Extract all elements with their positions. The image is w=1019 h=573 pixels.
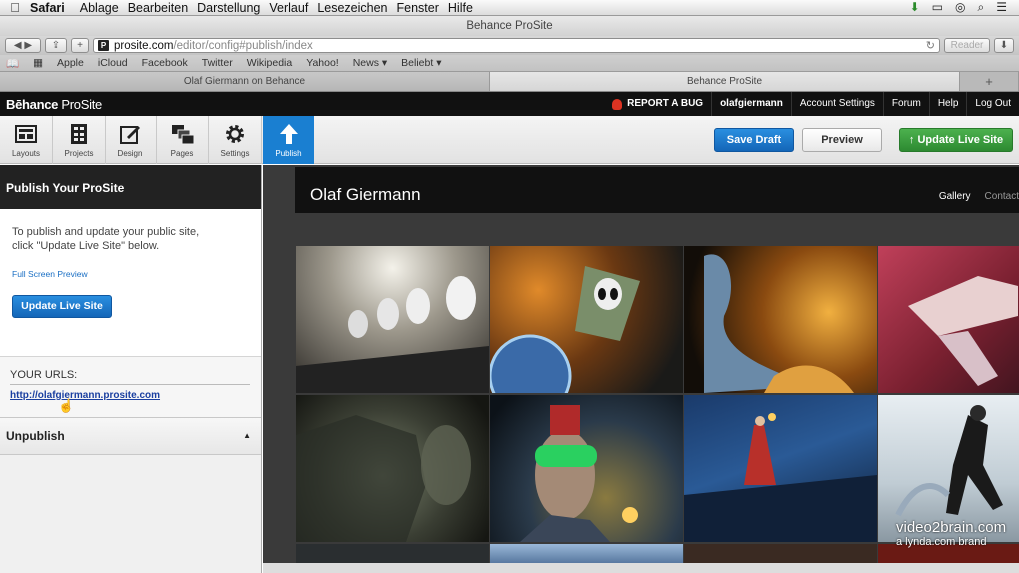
forum-link[interactable]: Forum xyxy=(882,92,929,116)
bookmark-beliebt[interactable]: Beliebt ▾ xyxy=(401,57,441,69)
share-icon[interactable]: ⇪ xyxy=(45,38,67,53)
tool-publish[interactable]: Publish xyxy=(263,116,314,164)
tab-bar: Olaf Giermann on Behance Behance ProSite… xyxy=(0,72,1019,92)
menu-fenster[interactable]: Fenster xyxy=(397,1,448,15)
nav-contact[interactable]: Contact xyxy=(985,191,1019,202)
top-sites-icon[interactable]: ▦ xyxy=(33,57,43,69)
update-live-site-button[interactable]: ↑ Update Live Site xyxy=(899,128,1013,152)
search-icon[interactable]: ⌕ xyxy=(978,0,985,15)
reload-icon[interactable]: ↻ xyxy=(926,39,935,52)
gallery-thumb[interactable] xyxy=(878,246,1019,393)
urls-label: YOUR URLS: xyxy=(10,369,250,385)
download-icon[interactable]: ⬇ xyxy=(910,0,920,15)
favicon-icon: P xyxy=(98,40,109,51)
publish-instructions: To publish and update your public site, … xyxy=(12,226,200,252)
mac-menubar:  Safari Ablage Bearbeiten Darstellung V… xyxy=(0,0,1019,16)
behance-topbar: Bēhance ProSite REPORT A BUG olafgierman… xyxy=(0,92,1019,116)
reading-list-icon[interactable]: 📖 xyxy=(6,57,19,70)
publish-sidebar: Publish Your ProSite To publish and upda… xyxy=(0,165,262,573)
list-icon[interactable]: ☰ xyxy=(996,0,1007,15)
bookmarks-bar: 📖 ▦ Apple iCloud Facebook Twitter Wikipe… xyxy=(0,55,1019,72)
site-url-link[interactable]: http://olafgiermann.prosite.com xyxy=(10,390,251,401)
new-tab-plus-icon[interactable]: + xyxy=(71,38,89,53)
site-header: Olaf Giermann Gallery Contact xyxy=(295,167,1019,213)
tool-design[interactable]: Design xyxy=(104,116,157,164)
full-screen-preview-link[interactable]: Full Screen Preview xyxy=(12,269,249,279)
bookmark-icloud[interactable]: iCloud xyxy=(98,57,128,69)
behance-logo[interactable]: Bēhance ProSite xyxy=(0,97,102,112)
tool-pages[interactable]: Pages xyxy=(156,116,209,164)
unpublish-label: Unpublish xyxy=(6,429,65,443)
urls-panel: YOUR URLS: http://olafgiermann.prosite.c… xyxy=(0,357,261,418)
gear-icon xyxy=(224,123,246,145)
menu-hilfe[interactable]: Hilfe xyxy=(448,1,482,15)
design-icon xyxy=(119,123,141,145)
tab-prosite[interactable]: Behance ProSite xyxy=(490,72,960,91)
gallery-thumb[interactable] xyxy=(490,544,683,563)
url-path: /editor/config#publish/index xyxy=(173,39,313,52)
hand-cursor-icon: ☝ xyxy=(58,398,75,413)
sidebar-title: Publish Your ProSite xyxy=(0,165,261,209)
username-link[interactable]: olafgiermann xyxy=(711,92,791,116)
site-preview: Olaf Giermann Gallery Contact xyxy=(263,165,1019,573)
tab-behance-profile[interactable]: Olaf Giermann on Behance xyxy=(0,72,490,91)
help-link[interactable]: Help xyxy=(928,92,967,116)
pages-icon xyxy=(171,123,195,145)
browser-toolbar: ◀ ▶ ⇪ + P prosite.com /editor/config#pub… xyxy=(0,36,1019,55)
menu-app-name[interactable]: Safari xyxy=(30,1,74,15)
bug-icon xyxy=(612,98,623,110)
horizontal-scrollbar[interactable] xyxy=(263,563,1019,573)
collapse-arrow-icon: ▲ xyxy=(243,431,251,440)
display-icon[interactable]: ▭ xyxy=(932,0,943,15)
menu-darstellung[interactable]: Darstellung xyxy=(197,1,269,15)
save-draft-button[interactable]: Save Draft xyxy=(714,128,794,152)
account-settings-link[interactable]: Account Settings xyxy=(790,92,883,116)
unpublish-section-toggle[interactable]: Unpublish ▲ xyxy=(0,418,261,455)
creative-cloud-icon[interactable]: ◎ xyxy=(955,0,965,15)
window-title: Behance ProSite xyxy=(0,16,1019,36)
report-bug-link[interactable]: REPORT A BUG xyxy=(604,92,711,116)
apple-menu-icon[interactable]:  xyxy=(0,0,30,15)
gallery-thumb[interactable] xyxy=(296,395,489,542)
gallery-thumb[interactable] xyxy=(684,395,877,542)
reader-button[interactable]: Reader xyxy=(944,38,990,53)
menu-lesezeichen[interactable]: Lesezeichen xyxy=(317,1,396,15)
preview-button[interactable]: Preview xyxy=(802,128,882,152)
downloads-icon[interactable]: ⬇ xyxy=(994,38,1014,53)
gallery-thumb[interactable] xyxy=(490,395,683,542)
bookmark-apple[interactable]: Apple xyxy=(57,57,84,69)
menu-ablage[interactable]: Ablage xyxy=(80,1,128,15)
nav-gallery[interactable]: Gallery xyxy=(939,191,971,202)
menu-verlauf[interactable]: Verlauf xyxy=(269,1,317,15)
bookmark-wikipedia[interactable]: Wikipedia xyxy=(247,57,293,69)
logout-link[interactable]: Log Out xyxy=(966,92,1019,116)
tool-settings[interactable]: Settings xyxy=(209,116,262,164)
bookmark-facebook[interactable]: Facebook xyxy=(142,57,188,69)
up-arrow-icon: ↑ xyxy=(908,134,915,146)
editor-toolbar: Layouts Projects Design Pages Settings P… xyxy=(0,116,1019,164)
address-bar[interactable]: P prosite.com /editor/config#publish/ind… xyxy=(93,38,940,53)
bookmark-yahoo[interactable]: Yahoo! xyxy=(306,57,339,69)
gallery-thumb[interactable] xyxy=(488,246,683,418)
video2brain-watermark: video2brain.com a lynda.com brand xyxy=(896,519,1007,548)
tool-projects[interactable]: Projects xyxy=(53,116,106,164)
gallery-thumb[interactable] xyxy=(684,246,877,393)
tool-layouts[interactable]: Layouts xyxy=(0,116,53,164)
site-title: Olaf Giermann xyxy=(310,185,421,204)
add-tab-icon[interactable]: + xyxy=(960,72,1019,91)
gallery-thumb[interactable] xyxy=(296,544,489,563)
bookmark-twitter[interactable]: Twitter xyxy=(202,57,233,69)
bookmark-news[interactable]: News ▾ xyxy=(353,57,387,69)
sidebar-update-live-button[interactable]: Update Live Site xyxy=(12,295,112,318)
layouts-icon xyxy=(15,123,37,145)
gallery-thumb[interactable] xyxy=(296,246,489,393)
upload-arrow-icon xyxy=(278,123,300,145)
publish-panel: To publish and update your public site, … xyxy=(0,209,261,357)
menu-bearbeiten[interactable]: Bearbeiten xyxy=(128,1,197,15)
gallery-thumb[interactable] xyxy=(684,544,877,563)
url-host: prosite.com xyxy=(114,39,174,52)
projects-icon xyxy=(68,123,90,145)
back-forward-buttons[interactable]: ◀ ▶ xyxy=(5,38,41,53)
